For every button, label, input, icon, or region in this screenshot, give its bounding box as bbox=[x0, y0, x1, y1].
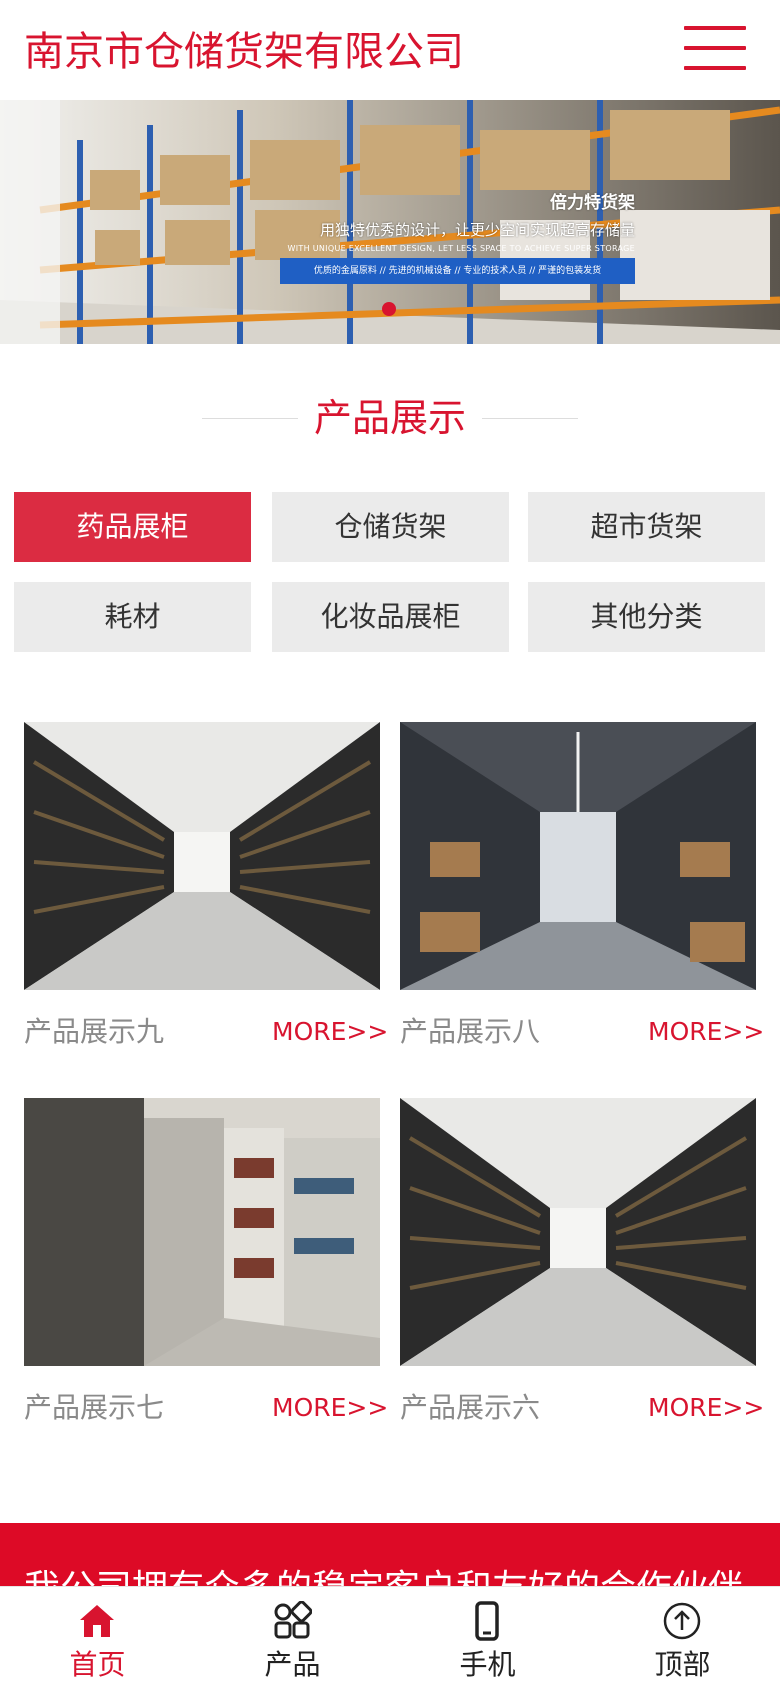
category-tab-medicine-cabinet[interactable]: 药品展柜 bbox=[14, 492, 251, 562]
site-title[interactable]: 南京市仓储货架有限公司 bbox=[24, 26, 464, 78]
product-image[interactable] bbox=[400, 722, 756, 990]
section-header: 产品展示 bbox=[0, 390, 780, 450]
carousel-dot[interactable] bbox=[382, 302, 396, 316]
more-link[interactable]: MORE>> bbox=[648, 1012, 764, 1052]
bookshelf-aisle-image bbox=[24, 722, 380, 990]
nav-label: 首页 bbox=[69, 1648, 126, 1681]
header: 南京市仓储货架有限公司 bbox=[0, 0, 780, 100]
divider-right bbox=[482, 418, 578, 419]
more-link[interactable]: MORE>> bbox=[648, 1388, 764, 1428]
phone-icon bbox=[475, 1601, 499, 1641]
warehouse-aisle-image bbox=[400, 722, 756, 990]
banner-subtitle: 用独特优秀的设计，让更少空间实现超高存储量 bbox=[319, 221, 635, 239]
product-image[interactable] bbox=[24, 1098, 380, 1366]
category-tab-other[interactable]: 其他分类 bbox=[528, 582, 765, 652]
hamburger-menu-icon[interactable] bbox=[684, 26, 746, 70]
product-name[interactable]: 产品展示七 bbox=[24, 1388, 164, 1428]
nav-mobile[interactable]: 手机 bbox=[390, 1587, 585, 1689]
category-tab-supermarket-shelf[interactable]: 超市货架 bbox=[528, 492, 765, 562]
arrow-up-circle-icon bbox=[663, 1602, 701, 1640]
banner-subtitle-en: WITH UNIQUE EXCELLENT DESIGN, LET LESS S… bbox=[287, 244, 635, 253]
category-tab-storage-rack[interactable]: 仓储货架 bbox=[272, 492, 509, 562]
bottom-nav: 首页 产品 手机 顶部 bbox=[0, 1586, 780, 1689]
nav-label: 产品 bbox=[264, 1648, 321, 1681]
nav-products[interactable]: 产品 bbox=[195, 1587, 390, 1689]
banner-caption: 倍力特货架 用独特优秀的设计，让更少空间实现超高存储量 WITH UNIQUE … bbox=[288, 188, 635, 253]
product-image[interactable] bbox=[24, 722, 380, 990]
nav-home[interactable]: 首页 bbox=[0, 1587, 195, 1689]
banner-title: 倍力特货架 bbox=[550, 193, 635, 213]
grid-icon bbox=[274, 1601, 312, 1639]
category-tab-consumables[interactable]: 耗材 bbox=[14, 582, 251, 652]
more-link[interactable]: MORE>> bbox=[272, 1012, 388, 1052]
product-name[interactable]: 产品展示八 bbox=[400, 1012, 540, 1052]
nav-top[interactable]: 顶部 bbox=[585, 1587, 780, 1689]
category-tab-cosmetics-cabinet[interactable]: 化妆品展柜 bbox=[272, 582, 509, 652]
section-title: 产品展示 bbox=[313, 396, 466, 440]
bookshelf-aisle-image bbox=[400, 1098, 756, 1366]
product-image[interactable] bbox=[400, 1098, 756, 1366]
nav-label: 手机 bbox=[459, 1648, 516, 1681]
more-link[interactable]: MORE>> bbox=[272, 1388, 388, 1428]
home-icon bbox=[80, 1605, 114, 1637]
banner-tagline: 优质的金属原料 // 先进的机械设备 // 专业的技术人员 // 严谨的包装发货 bbox=[280, 258, 635, 284]
product-name[interactable]: 产品展示九 bbox=[24, 1012, 164, 1052]
product-name[interactable]: 产品展示六 bbox=[400, 1388, 540, 1428]
nav-label: 顶部 bbox=[654, 1648, 711, 1681]
library-shelves-image bbox=[24, 1098, 380, 1366]
